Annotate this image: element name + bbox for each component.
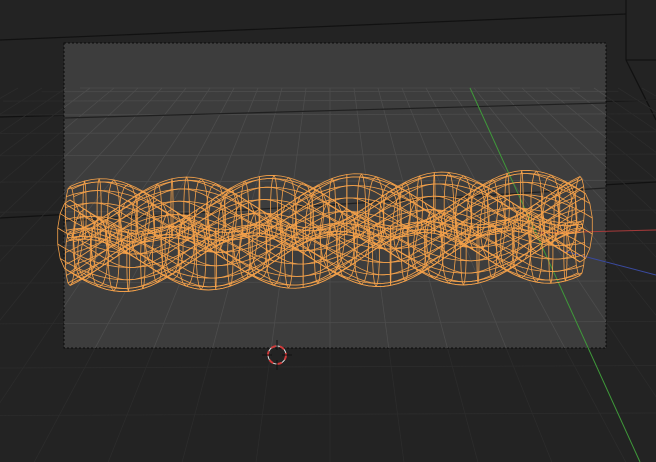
3d-viewport[interactable] <box>0 0 656 462</box>
viewport-canvas[interactable] <box>0 0 656 462</box>
